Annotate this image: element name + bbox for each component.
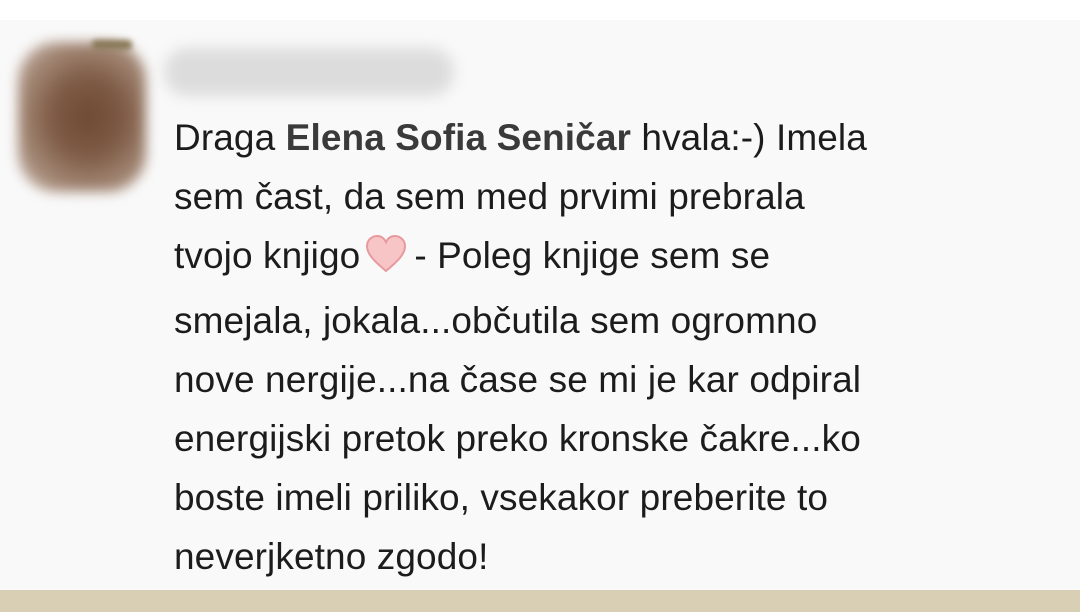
line3-before-icon: tvojo knjigo xyxy=(174,235,361,276)
comment-line-2: sem čast, da sem med prvimi prebrala xyxy=(174,176,805,217)
avatar[interactable] xyxy=(18,42,146,192)
greeting: Draga xyxy=(174,117,276,158)
comment-line-8: neverjketno zgodo! xyxy=(174,536,489,577)
line3-after-icon: - Poleg knjige sem se xyxy=(414,235,771,276)
comment: Draga Elena Sofia Seničar hvala:-) Imela… xyxy=(0,20,1080,610)
tagged-user-link[interactable]: Elena Sofia Seničar xyxy=(286,117,631,158)
comment-text: Draga Elena Sofia Seničar hvala:-) Imela… xyxy=(174,108,1054,586)
comment-line-1: Draga Elena Sofia Seničar hvala:-) Imela xyxy=(174,108,1054,167)
comment-line-3: tvojo knjigo - Poleg knjige sem se xyxy=(174,226,1054,291)
comment-line-5: nove nergije...na čase se mi je kar odpi… xyxy=(174,359,862,400)
comment-line-7: boste imeli priliko, vsekakor preberite … xyxy=(174,477,829,518)
commenter-name-redacted[interactable] xyxy=(164,48,454,96)
line1-rest: hvala:-) Imela xyxy=(641,117,867,158)
avatar-detail xyxy=(92,40,132,50)
comment-line-4: smejala, jokala...občutila sem ogromno xyxy=(174,300,818,341)
top-strip xyxy=(0,0,1080,20)
bottom-bar xyxy=(0,590,1080,612)
heart-icon xyxy=(364,232,408,291)
comment-line-6: energijski pretok preko kronske čakre...… xyxy=(174,418,861,459)
